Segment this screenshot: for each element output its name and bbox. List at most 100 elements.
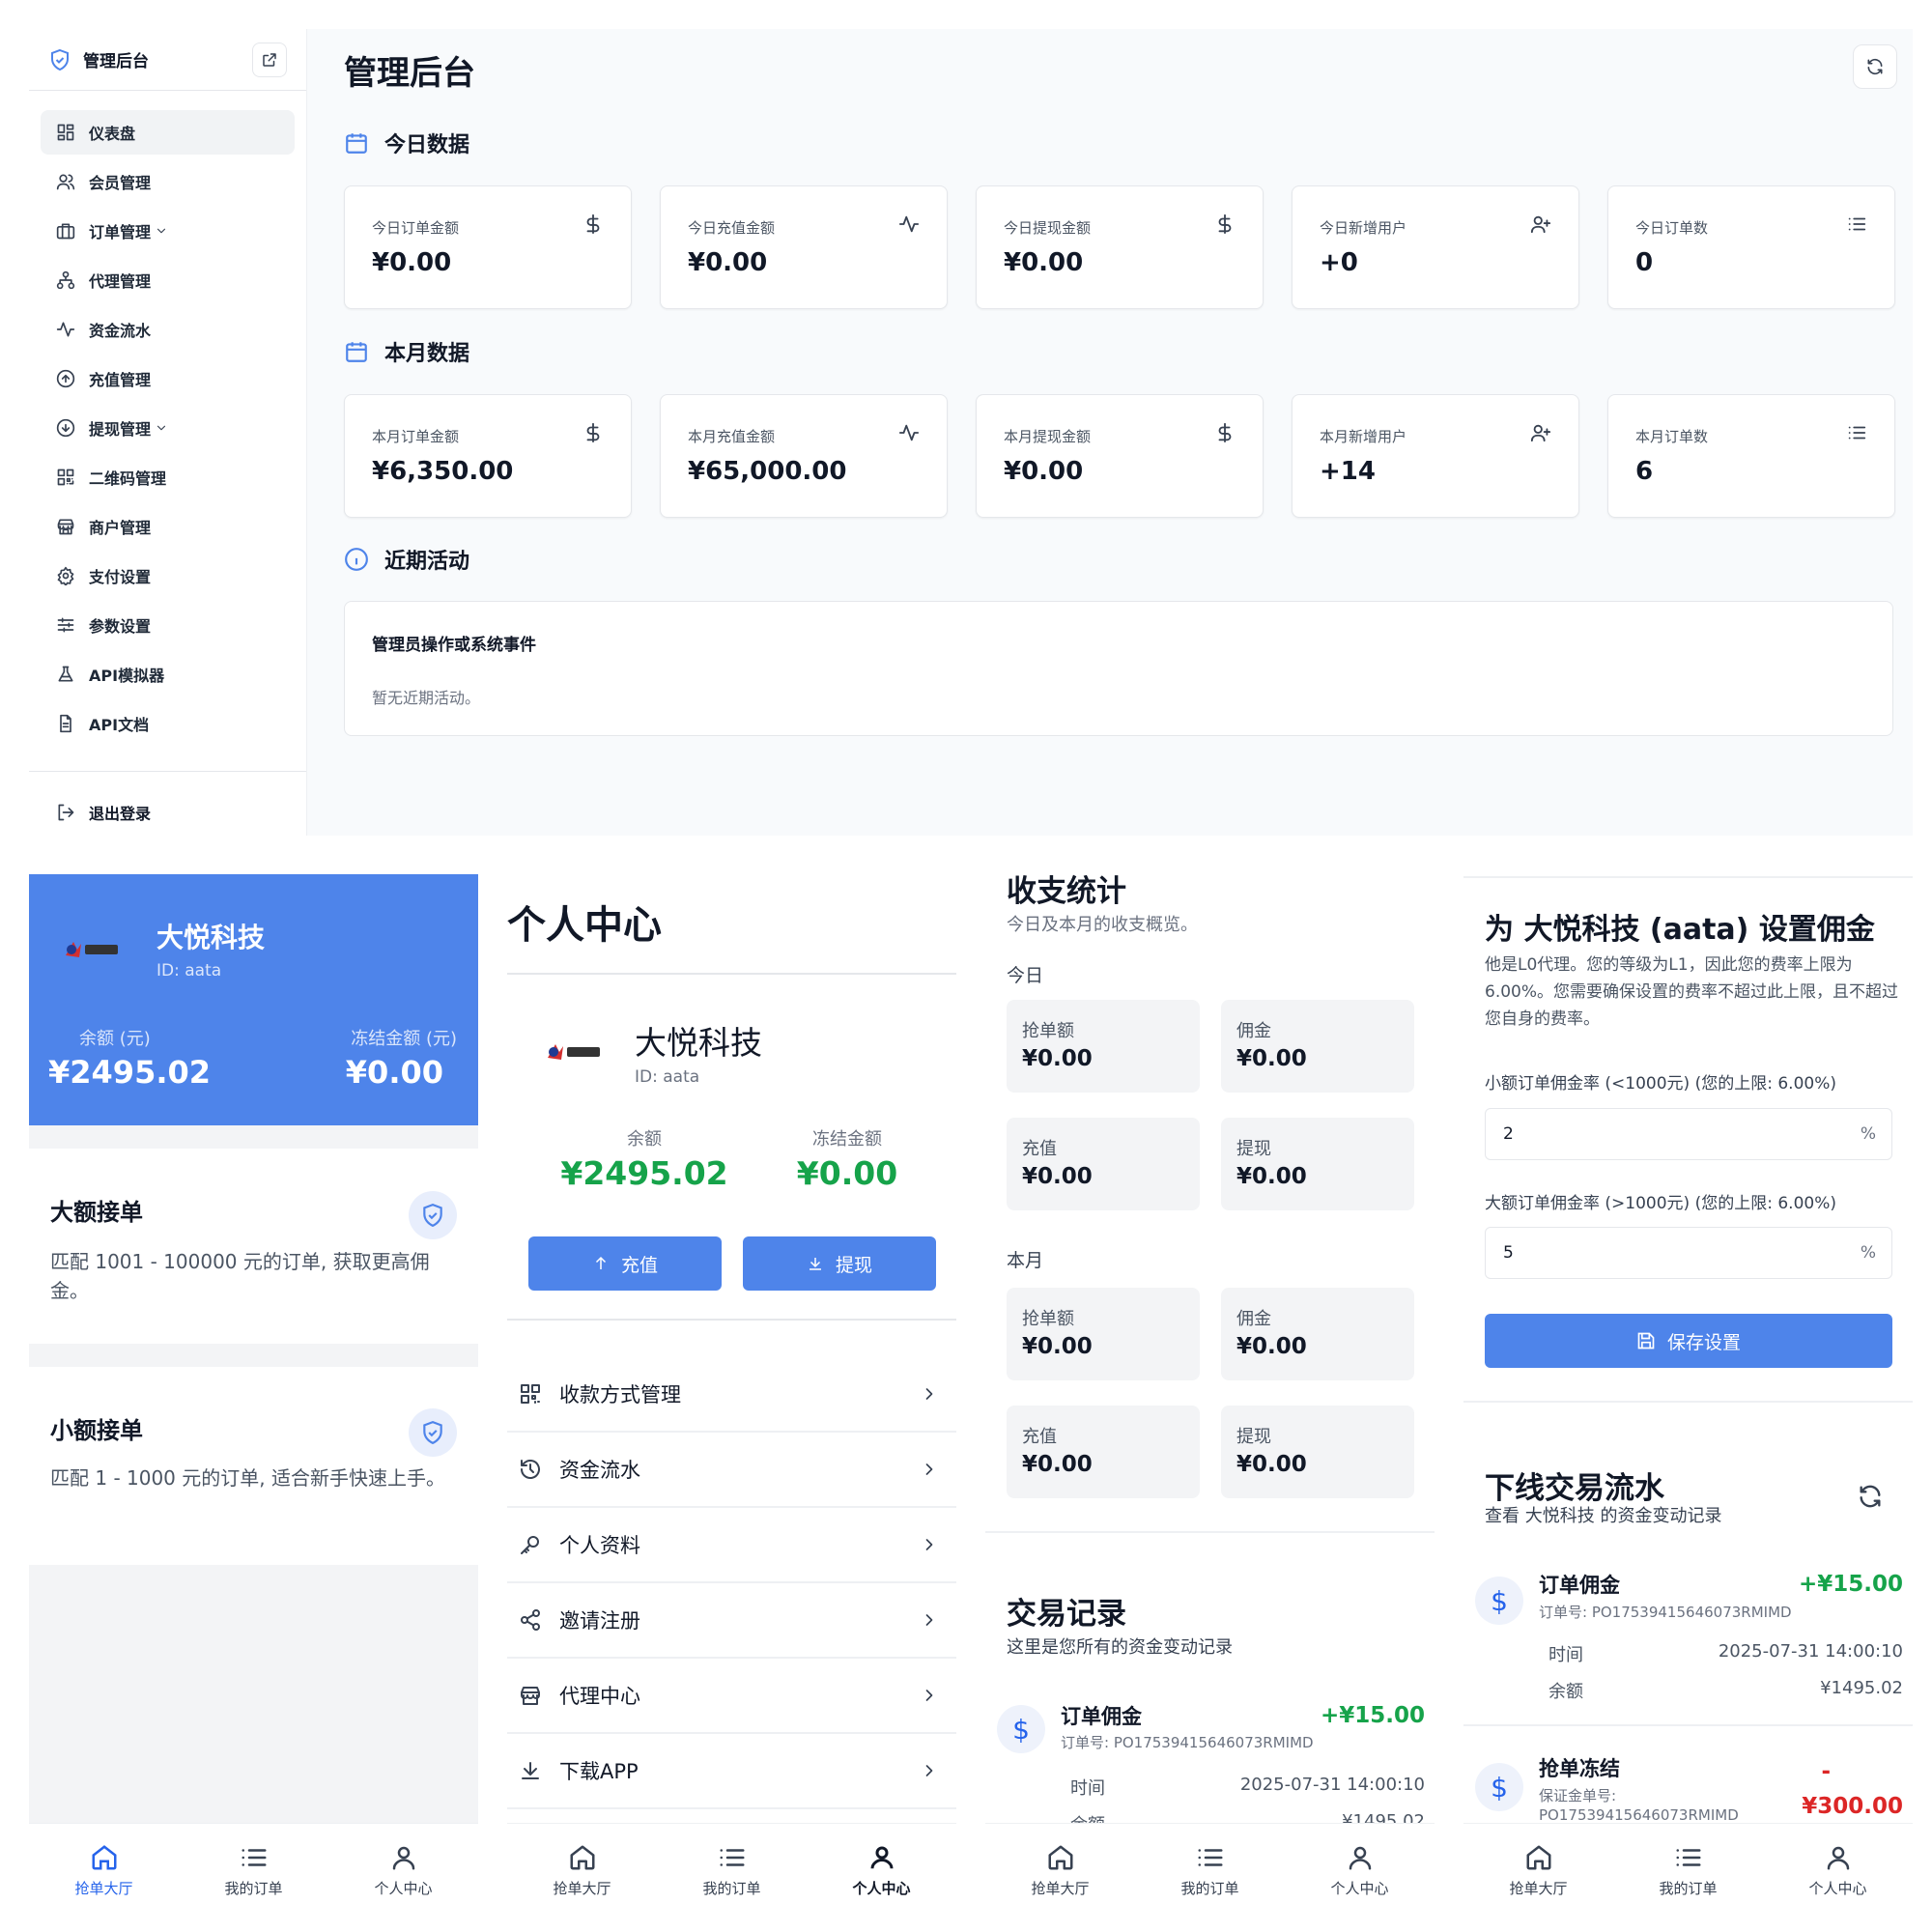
- calendar-icon: [346, 133, 367, 154]
- stat-box: 抢单额 ¥0.00: [1007, 1288, 1200, 1380]
- tab-my-orders[interactable]: 我的订单: [1135, 1824, 1285, 1918]
- nav-label: 支付设置: [89, 568, 152, 586]
- tx-order: 订单号: PO17539415646073RMIMD: [1061, 1734, 1314, 1751]
- tx-time-label: 时间: [1548, 1645, 1583, 1665]
- percent-suffix: %: [1860, 1124, 1876, 1144]
- tab-profile[interactable]: 个人中心: [328, 1824, 478, 1918]
- nav-item-params[interactable]: 参数设置: [41, 603, 295, 647]
- company-logo: [66, 942, 118, 957]
- tab-my-orders[interactable]: 我的订单: [179, 1824, 328, 1918]
- withdraw-button[interactable]: 提现: [743, 1236, 936, 1291]
- dollar-icon: [1218, 422, 1232, 443]
- company-id: ID: aata: [635, 1067, 700, 1087]
- dollar-icon: [586, 213, 600, 235]
- stat-value: ¥0.00: [1004, 457, 1084, 486]
- nav-item-qrcode[interactable]: 二维码管理: [41, 455, 295, 499]
- save-icon: [1637, 1332, 1655, 1350]
- divider: [507, 973, 956, 975]
- tab-grab-hall[interactable]: 抢单大厅: [1463, 1824, 1613, 1918]
- nav-item-recharge[interactable]: 充值管理: [41, 356, 295, 401]
- nav-item-fund-flow[interactable]: 资金流水: [41, 307, 295, 352]
- menu-label: 下载APP: [559, 1760, 639, 1783]
- nav-item-api-docs[interactable]: API文档: [41, 701, 295, 746]
- large-rate-input[interactable]: 5%: [1485, 1227, 1892, 1279]
- refresh-icon[interactable]: [1857, 1483, 1884, 1510]
- dollar-icon: $: [1475, 1577, 1523, 1625]
- large-order-toggle[interactable]: [409, 1191, 457, 1239]
- nav-item-api-simulator[interactable]: API模拟器: [41, 652, 295, 696]
- tx-order-label: 保证金单号:: [1539, 1787, 1617, 1804]
- tab-profile[interactable]: 个人中心: [807, 1824, 956, 1918]
- sliders-icon: [57, 617, 74, 633]
- stat-label: 今日订单金额: [372, 219, 460, 237]
- stat-label: 本月订单数: [1635, 428, 1709, 445]
- menu-item-download-app[interactable]: 下载APP: [507, 1734, 956, 1809]
- nav-label: 二维码管理: [89, 469, 167, 488]
- store-icon: [521, 1687, 540, 1705]
- tx-sign: -: [1821, 1759, 1831, 1784]
- divider: [985, 1531, 1435, 1552]
- small-rate-input[interactable]: 2%: [1485, 1108, 1892, 1160]
- tab-label: 我的订单: [1659, 1880, 1718, 1897]
- logout-button[interactable]: 退出登录: [41, 790, 296, 835]
- save-settings-button[interactable]: 保存设置: [1485, 1314, 1892, 1368]
- nav-item-merchants[interactable]: 商户管理: [41, 504, 295, 549]
- stat-value: ¥65,000.00: [688, 457, 847, 486]
- stat-label: 本月提现金额: [1004, 428, 1092, 445]
- tab-label: 抢单大厅: [1509, 1880, 1568, 1897]
- nav-item-orders[interactable]: 订单管理: [41, 209, 295, 253]
- tab-grab-hall[interactable]: 抢单大厅: [985, 1824, 1135, 1918]
- tab-grab-hall[interactable]: 抢单大厅: [29, 1824, 179, 1918]
- nav-label: 会员管理: [89, 174, 152, 192]
- external-link-button[interactable]: [252, 42, 287, 77]
- nav-label: 提现管理: [89, 420, 152, 439]
- chevron-down-icon: [156, 425, 166, 431]
- page-title: 管理后台: [344, 54, 475, 93]
- shield-check-icon: [423, 1204, 442, 1228]
- nav-label: API文档: [89, 716, 150, 734]
- nav-item-withdraw[interactable]: 提现管理: [41, 406, 295, 450]
- menu-item-fund-flow[interactable]: 资金流水: [507, 1433, 956, 1508]
- section-month: 本月数据: [344, 336, 469, 367]
- nav-item-members[interactable]: 会员管理: [41, 159, 295, 204]
- balance-value: ¥2495.02: [560, 1154, 728, 1192]
- small-order-toggle[interactable]: [409, 1408, 457, 1457]
- nav-label: 资金流水: [89, 322, 152, 340]
- large-order-title: 大额接单: [50, 1199, 143, 1226]
- tx-order: 订单号: PO17539415646073RMIMD: [1539, 1604, 1792, 1621]
- settings-icon: [57, 566, 74, 585]
- shield-icon: [51, 48, 69, 71]
- save-label: 保存设置: [1666, 1331, 1741, 1353]
- section-activity: 近期活动: [344, 544, 469, 575]
- tab-label: 我的订单: [1180, 1880, 1239, 1897]
- menu-item-invite[interactable]: 邀请注册: [507, 1583, 956, 1659]
- company-name: 大悦科技: [635, 1024, 762, 1062]
- flask-icon: [58, 666, 73, 682]
- tab-my-orders[interactable]: 我的订单: [657, 1824, 807, 1918]
- tab-bar: 抢单大厅 我的订单 个人中心: [1463, 1823, 1913, 1918]
- stat-value: +14: [1320, 457, 1376, 486]
- tab-grab-hall[interactable]: 抢单大厅: [507, 1824, 657, 1918]
- tab-bar: 抢单大厅 我的订单 个人中心: [29, 1823, 478, 1918]
- tab-profile[interactable]: 个人中心: [1763, 1824, 1913, 1918]
- user-icon: [1349, 1846, 1371, 1870]
- menu-item-payment-methods[interactable]: 收款方式管理: [507, 1357, 956, 1433]
- group-today: 今日: [1007, 965, 1044, 986]
- brand-title: 管理后台: [83, 52, 149, 71]
- menu-item-agent-center[interactable]: 代理中心: [507, 1659, 956, 1734]
- nav-item-payment-settings[interactable]: 支付设置: [41, 554, 295, 598]
- tab-my-orders[interactable]: 我的订单: [1613, 1824, 1763, 1918]
- stat-label: 佣金: [1236, 1309, 1271, 1329]
- refresh-button[interactable]: [1853, 44, 1897, 89]
- section-title: 近期活动: [384, 550, 470, 574]
- tab-profile[interactable]: 个人中心: [1285, 1824, 1435, 1918]
- menu-item-profile[interactable]: 个人资料: [507, 1508, 956, 1583]
- commission-screen: 为 大悦科技 (aata) 设置佣金 他是L0代理。您的等级为L1，因此您的费率…: [1463, 865, 1913, 1918]
- tx-time: 2025-07-31 14:00:10: [1239, 1775, 1425, 1795]
- nav-item-dashboard[interactable]: 仪表盘: [41, 110, 295, 155]
- recharge-button[interactable]: 充值: [528, 1236, 722, 1291]
- chevron-right-icon: [925, 1614, 933, 1626]
- tx-type: 抢单冻结: [1539, 1757, 1620, 1780]
- nav-item-agents[interactable]: 代理管理: [41, 258, 295, 302]
- activity-icon: [898, 215, 920, 233]
